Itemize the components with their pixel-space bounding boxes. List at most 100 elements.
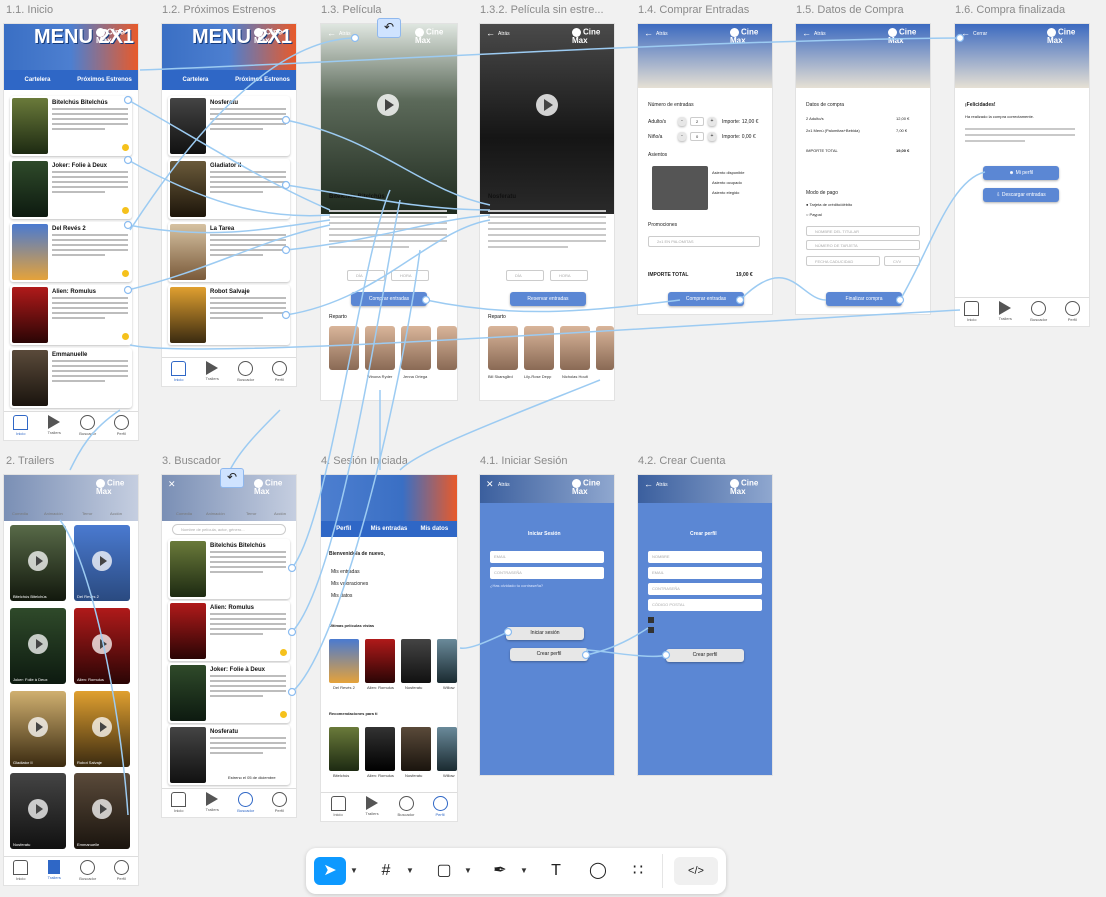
tab-mis-datos[interactable]: Mis datos: [412, 521, 457, 537]
seat-map[interactable]: [652, 166, 708, 210]
terms-checkbox[interactable]: [648, 617, 654, 623]
trailer-tile[interactable]: Del Revés 2: [74, 525, 130, 601]
adult-plus-button[interactable]: +: [708, 117, 716, 126]
email-field[interactable]: EMAIL: [490, 551, 604, 563]
category-chip[interactable]: Animación: [206, 511, 225, 516]
nav-buscador[interactable]: Buscador: [71, 857, 105, 885]
time-select[interactable]: HORA: [550, 270, 588, 281]
back-arrow-icon[interactable]: ←: [644, 28, 653, 38]
tab-perfil[interactable]: Perfil: [321, 521, 366, 537]
time-select[interactable]: HORA: [391, 270, 429, 281]
adult-minus-button[interactable]: -: [678, 117, 686, 126]
name-field[interactable]: NOMBRE: [648, 551, 762, 563]
close-icon[interactable]: ←: [961, 28, 970, 38]
category-chip[interactable]: Comedia: [176, 511, 192, 516]
category-chip[interactable]: Animación: [44, 511, 63, 516]
nav-inicio[interactable]: Inicio: [162, 358, 196, 386]
nav-buscador[interactable]: Buscador: [1022, 298, 1056, 326]
back-arrow-icon[interactable]: ←: [327, 28, 336, 38]
trailer-tile[interactable]: Robot Salvaje: [74, 691, 130, 767]
menu-mis-datos[interactable]: Mis datos: [331, 593, 352, 599]
trailer-tile[interactable]: Emmanuelle: [74, 773, 130, 849]
date-select[interactable]: DÍA: [347, 270, 385, 281]
nav-inicio[interactable]: Inicio: [162, 789, 196, 817]
nav-buscador[interactable]: Buscador: [229, 358, 263, 386]
frame-tool-icon[interactable]: #: [370, 857, 402, 885]
email-field[interactable]: EMAIL: [648, 567, 762, 579]
movie-card[interactable]: Alien: Romulus: [10, 285, 132, 345]
login-button[interactable]: Iniciar sesión: [506, 627, 584, 640]
move-tool-icon[interactable]: ➤: [314, 857, 346, 885]
comment-tool-icon[interactable]: ◯: [582, 857, 614, 885]
frame-buscador[interactable]: ✕ Cine Max Comedia Animación Terror Acci…: [162, 475, 296, 817]
close-label[interactable]: Cerrar: [973, 31, 987, 37]
frame-datos[interactable]: ← Atrás Cine Max Datos de compra 2 Adult…: [796, 24, 930, 314]
nav-inicio[interactable]: Inicio: [4, 857, 38, 885]
trailer-tile[interactable]: Gladiator II: [10, 691, 66, 767]
movie-card[interactable]: La Tarea: [168, 222, 290, 282]
card-cvv-input[interactable]: CVV: [884, 256, 920, 266]
child-qty[interactable]: 0: [690, 132, 704, 141]
pay-paypal-radio[interactable]: ○ Paypal: [806, 212, 822, 217]
nav-buscador[interactable]: Buscador: [389, 793, 423, 821]
movie-card[interactable]: Bitelchús Bitelchús: [168, 539, 290, 599]
search-input[interactable]: Nombre de película, actor, género...: [172, 524, 286, 535]
back-label[interactable]: Atrás: [814, 31, 826, 37]
nav-perfil[interactable]: Perfil: [105, 857, 139, 885]
nav-buscador[interactable]: Buscador: [229, 789, 263, 817]
back-arrow-icon[interactable]: ←: [802, 28, 811, 38]
frame-inicio[interactable]: MENU 2X1 Cine Max Cartelera Próximos Est…: [4, 24, 138, 440]
card-expiry-input[interactable]: FECHA CADUCIDAD: [806, 256, 880, 266]
frame-label-datos[interactable]: 1.5. Datos de Compra: [796, 4, 904, 16]
frame-label-inicio[interactable]: 1.1. Inicio: [6, 4, 53, 16]
category-chip[interactable]: Acción: [274, 511, 286, 516]
nav-trailers[interactable]: Trailers: [38, 857, 72, 885]
actions-tool-icon[interactable]: ∷: [622, 857, 654, 885]
frame-finalizada[interactable]: ← Cerrar Cine Max ¡Felicidades! Ha reali…: [955, 24, 1089, 326]
child-minus-button[interactable]: -: [678, 132, 686, 141]
category-chip[interactable]: Terror: [246, 511, 256, 516]
frame-label-finalizada[interactable]: 1.6. Compra finalizada: [955, 4, 1065, 16]
rec-poster[interactable]: [437, 727, 457, 771]
nav-perfil[interactable]: Perfil: [1056, 298, 1090, 326]
nav-trailers[interactable]: Trailers: [989, 298, 1023, 326]
menu-mis-valoraciones[interactable]: Mis valoraciones: [331, 581, 368, 587]
card-number-input[interactable]: NÚMERO DE TARJETA: [806, 240, 920, 250]
pen-tool-icon[interactable]: ✒: [484, 857, 516, 885]
nav-inicio[interactable]: Inicio: [321, 793, 355, 821]
seen-poster[interactable]: [401, 639, 431, 683]
nav-trailers[interactable]: Trailers: [38, 412, 72, 440]
movie-card[interactable]: Bitelchús Bitelchús: [10, 96, 132, 156]
trailer-tile[interactable]: Nosferatu: [10, 773, 66, 849]
movie-card[interactable]: Emmanuelle: [10, 348, 132, 408]
nav-perfil[interactable]: Perfil: [105, 412, 139, 440]
chevron-down-icon[interactable]: ▼: [350, 866, 358, 875]
tab-cartelera[interactable]: Cartelera: [162, 70, 229, 90]
frame-label-crear[interactable]: 4.2. Crear Cuenta: [638, 455, 725, 467]
nav-buscador[interactable]: Buscador: [71, 412, 105, 440]
date-select[interactable]: DÍA: [506, 270, 544, 281]
play-trailer-icon[interactable]: [377, 94, 399, 116]
reserve-tickets-button[interactable]: Reservar entradas: [510, 292, 586, 306]
rec-poster[interactable]: [401, 727, 431, 771]
frame-label-buscador[interactable]: 3. Buscador: [162, 455, 221, 467]
movie-card[interactable]: Alien: Romulus: [168, 601, 290, 661]
adult-qty[interactable]: 2: [690, 117, 704, 126]
nav-trailers[interactable]: Trailers: [196, 358, 230, 386]
card-holder-input[interactable]: NOMBRE DEL TITULAR: [806, 226, 920, 236]
back-arrow-icon[interactable]: ←: [644, 479, 653, 489]
create-profile-button[interactable]: Crear perfil: [666, 649, 744, 662]
nav-perfil[interactable]: Perfil: [423, 793, 457, 821]
nav-perfil[interactable]: Perfil: [263, 358, 297, 386]
movie-card[interactable]: Del Revés 2: [10, 222, 132, 282]
tab-proximos[interactable]: Próximos Estrenos: [229, 70, 296, 90]
create-profile-button[interactable]: Crear perfil: [510, 648, 588, 661]
back-label[interactable]: Atrás: [656, 482, 668, 488]
nav-inicio[interactable]: Inicio: [4, 412, 38, 440]
trailer-tile[interactable]: Bitelchús Bitelchús: [10, 525, 66, 601]
rec-poster[interactable]: [329, 727, 359, 771]
tab-mis-entradas[interactable]: Mis entradas: [366, 521, 411, 537]
frame-pelicula-sin[interactable]: ← Atrás Cine Max Nosferatu DÍA HORA Rese…: [480, 24, 614, 400]
frame-label-pelicula-sin[interactable]: 1.3.2. Película sin estre...: [480, 4, 604, 16]
frame-pelicula[interactable]: ← Atrás Cine Max Bitelchús Bitelchús DÍA…: [321, 24, 457, 400]
